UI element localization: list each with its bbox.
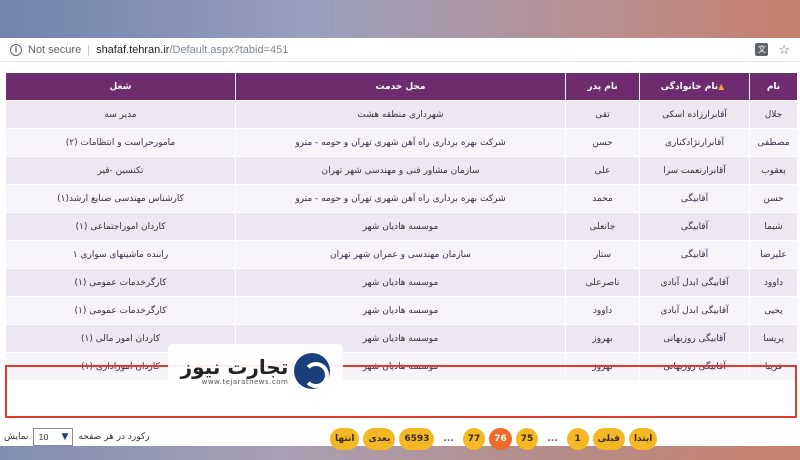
cell-family: آقابیگی ابدل آبادی: [639, 268, 750, 297]
chevron-down-icon: ▼: [61, 432, 69, 442]
browser-window: i Not secure | shafaf.tehran.ir /Default…: [0, 38, 800, 450]
table-row[interactable]: فریبا آقابیگی روزبهانی بهروز موسسه هادیان ش…: [5, 352, 798, 381]
header-name[interactable]: نام: [749, 72, 798, 101]
cell-job: مامورحراست و انتظامات (۲): [5, 128, 236, 157]
cell-name: یعقوب: [749, 156, 798, 185]
personnel-table: نام ▲نام خانوادگی نام پدر محل خدمت شغل ج…: [5, 72, 798, 381]
cell-workplace: سازمان مهندسی و عمران شهر تهران: [235, 240, 566, 269]
window-top-strip: [0, 0, 800, 38]
cell-father: علی: [565, 156, 640, 185]
pager-page[interactable]: 77: [462, 428, 486, 450]
url-host: shafaf.tehran.ir: [96, 43, 170, 56]
pager-first[interactable]: ابتدا: [628, 428, 658, 450]
cell-workplace: موسسه هادیان شهر: [235, 268, 566, 297]
cell-job: مدیر سه: [5, 100, 236, 129]
cell-name: مصطفی: [749, 128, 798, 157]
pager-ellipsis: ...: [547, 434, 558, 444]
cell-job: راننده ماشینهای سواری ۱: [5, 240, 236, 269]
cell-family: آقابیگی: [639, 212, 750, 241]
page-size-label-per-page: رکورد در هر صفحه: [78, 432, 150, 442]
cell-family: آقابیگی روزبهانی: [639, 352, 750, 381]
header-family[interactable]: ▲نام خانوادگی: [639, 72, 750, 101]
url-path: /Default.aspx?tabid=451: [169, 43, 289, 56]
cell-family: آقابرارنژادکناری: [639, 128, 750, 157]
pager-page[interactable]: 6593: [399, 428, 435, 450]
cell-job: کارگرخدمات عمومی (۱): [5, 268, 236, 297]
cell-job: کاردان اموراجتماعی (۱): [5, 212, 236, 241]
page-size-label-show: نمایش: [4, 432, 29, 442]
cell-job: کارگرخدمات عمومی (۱): [5, 296, 236, 325]
address-bar[interactable]: i Not secure | shafaf.tehran.ir /Default…: [0, 38, 800, 62]
cell-family: آقابیگی: [639, 184, 750, 213]
watermark-logo: تجارت نیوز www.tejaratnews.com: [168, 344, 343, 398]
cell-name: پریسا: [749, 324, 798, 353]
cell-family: آقابرارزاده اسکی: [639, 100, 750, 129]
logo-mark-icon: [294, 353, 331, 389]
cell-father: محمد: [565, 184, 640, 213]
cell-name: یحیی: [749, 296, 798, 325]
star-icon[interactable]: ☆: [778, 42, 790, 58]
table-row[interactable]: پریسا آقابیگی روزبهانی بهروز موسسه هادیان ش…: [5, 324, 798, 353]
cell-father: بهروز: [565, 352, 640, 381]
cell-workplace: شرکت بهره برداری راه آهن شهری تهران و حو…: [235, 128, 566, 157]
cell-name: حسن: [749, 184, 798, 213]
table-row[interactable]: داوود آقابیگی ابدل آبادی ناصرعلی موسسه هادی…: [5, 268, 798, 297]
address-separator: |: [87, 43, 91, 56]
info-icon[interactable]: i: [10, 43, 22, 56]
pager-prev[interactable]: قبلی: [592, 428, 625, 450]
watermark-text: تجارت نیوز: [180, 355, 289, 379]
table-header-row: نام ▲نام خانوادگی نام پدر محل خدمت شغل: [5, 72, 798, 101]
table-row[interactable]: علیرضا آقابیگی ستار سازمان مهندسی و عمران ش…: [5, 240, 798, 269]
security-label: Not secure: [28, 43, 82, 56]
cell-family: آقابیگی ابدل آبادی: [639, 296, 750, 325]
cell-workplace: سازمان مشاور فنی و مهندسی شهر تهران: [235, 156, 566, 185]
cell-job: کارشناس مهندسی صنایع ارشد(۱): [5, 184, 236, 213]
cell-family: آقابرارنعمت سرا: [639, 156, 750, 185]
cell-name: داوود: [749, 268, 798, 297]
header-workplace[interactable]: محل خدمت: [235, 72, 566, 101]
cell-father: جانعلی: [565, 212, 640, 241]
cell-workplace: شهرداری منطقه هشت: [235, 100, 566, 129]
sort-asc-icon: ▲: [718, 81, 725, 91]
page-size-control: رکورد در هر صفحه 10 ▼ نمایش: [4, 428, 150, 446]
pager-page[interactable]: 75: [515, 428, 539, 450]
pager-ellipsis: ...: [443, 434, 454, 444]
table-row[interactable]: مصطفی آقابرارنژادکناری حسن شرکت بهره برداری…: [5, 128, 798, 157]
pagination: انتها بعدی 6593 ... 77 76 75 ... 1 قبلی …: [330, 426, 658, 452]
pager-last[interactable]: انتها: [330, 428, 360, 450]
header-father[interactable]: نام پدر: [565, 72, 640, 101]
header-job[interactable]: شغل: [5, 72, 236, 101]
translate-icon[interactable]: 文: [755, 43, 769, 56]
table-row[interactable]: شیما آقابیگی جانعلی موسسه هادیان شهر کاردان …: [5, 212, 798, 241]
cell-family: آقابیگی: [639, 240, 750, 269]
cell-name: علیرضا: [749, 240, 798, 269]
cell-name: فریبا: [749, 352, 798, 381]
pager-page[interactable]: 1: [566, 428, 589, 450]
cell-workplace: شرکت بهره برداری راه آهن شهری تهران و حو…: [235, 184, 566, 213]
pager-next[interactable]: بعدی: [363, 428, 396, 450]
cell-father: تقی: [565, 100, 640, 129]
table-row[interactable]: یعقوب آقابرارنعمت سرا علی سازمان مشاور فنی …: [5, 156, 798, 185]
cell-father: بهروز: [565, 324, 640, 353]
cell-job: تکنسین -قیر: [5, 156, 236, 185]
cell-name: شیما: [749, 212, 798, 241]
table-row[interactable]: یحیی آقابیگی ابدل آبادی داوود موسسه هادیان …: [5, 296, 798, 325]
cell-name: جلال: [749, 100, 798, 129]
pager-current-page[interactable]: 76: [489, 428, 512, 450]
cell-father: ناصرعلی: [565, 268, 640, 297]
table-row[interactable]: حسن آقابیگی محمد شرکت بهره برداری راه آهن ش…: [5, 184, 798, 213]
cell-family: آقابیگی روزبهانی: [639, 324, 750, 353]
table-row[interactable]: جلال آقابرارزاده اسکی تقی شهرداری منطقه هشت…: [5, 100, 798, 129]
cell-father: داوود: [565, 296, 640, 325]
cell-father: ستار: [565, 240, 640, 269]
cell-father: حسن: [565, 128, 640, 157]
watermark-url: www.tejaratnews.com: [201, 378, 289, 386]
cell-workplace: موسسه هادیان شهر: [235, 296, 566, 325]
cell-workplace: موسسه هادیان شهر: [235, 212, 566, 241]
page-size-select[interactable]: 10 ▼: [33, 428, 74, 446]
